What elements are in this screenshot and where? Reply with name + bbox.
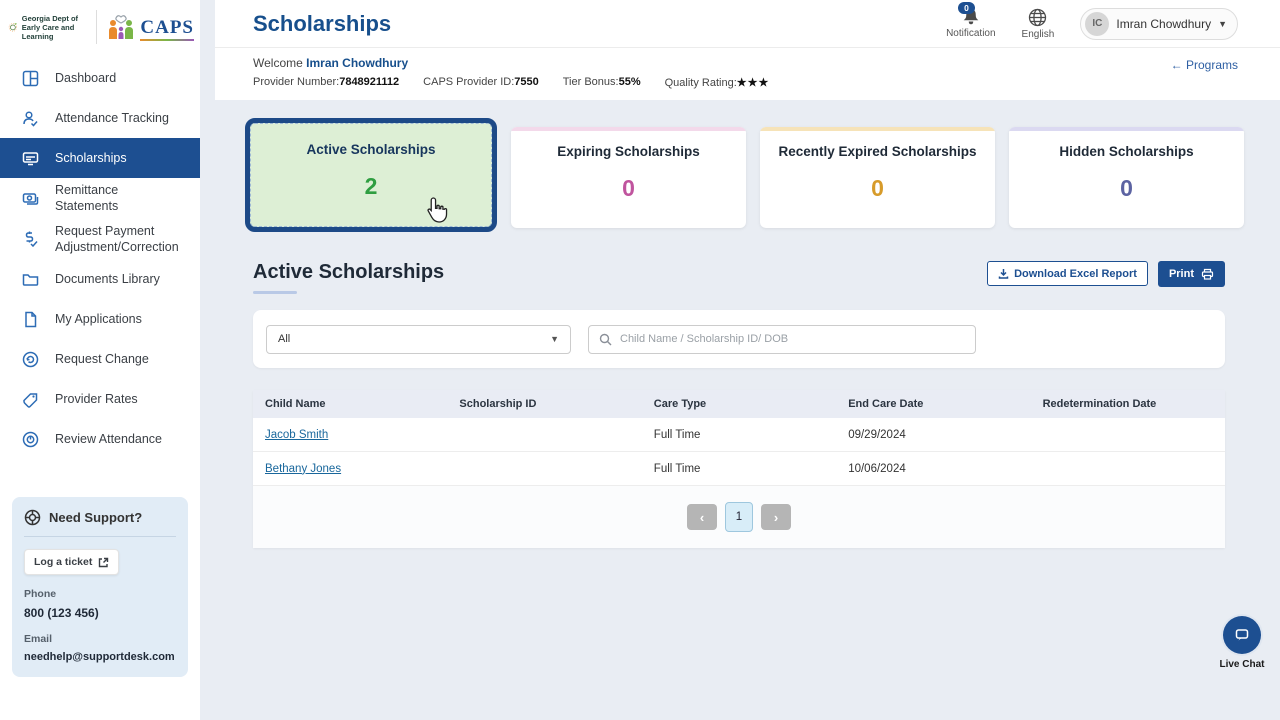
back-arrow-icon: ←: [1170, 58, 1183, 72]
card-accent-band: [1009, 127, 1244, 131]
card-accent-band: [251, 124, 491, 128]
georgia-sun-icon: [8, 23, 17, 32]
scholarships-table: Child Name Scholarship ID Care Type End …: [253, 390, 1225, 548]
sidebar: Georgia Dept of Early Care and Learning …: [0, 0, 200, 720]
card-accent-band: [511, 127, 746, 131]
support-divider: [24, 536, 176, 537]
greeting: Welcome: [253, 56, 303, 70]
child-name-link[interactable]: Bethany Jones: [265, 463, 341, 475]
sidebar-item-my-applications[interactable]: My Applications: [0, 299, 200, 339]
recently-expired-scholarships-card[interactable]: Recently Expired Scholarships 0: [760, 127, 995, 228]
search-field: [588, 324, 976, 354]
support-title: Need Support?: [49, 510, 143, 525]
search-input[interactable]: [620, 333, 965, 345]
previous-page-button[interactable]: ‹: [687, 504, 717, 530]
user-name: Imran Chowdhury: [1116, 16, 1212, 31]
log-a-ticket-button[interactable]: Log a ticket: [24, 549, 120, 575]
status-filter-dropdown[interactable]: All ▼: [266, 324, 571, 354]
attendance-icon: [22, 110, 39, 127]
avatar: IC: [1085, 11, 1110, 36]
chat-bubble-icon: [1235, 629, 1249, 641]
back-to-programs-link[interactable]: ← Programs: [1171, 58, 1238, 72]
georgia-org-name: Georgia Dept of Early Care and Learning: [21, 13, 79, 41]
sidebar-item-request-payment-adjustment[interactable]: Request Payment Adjustment/Correction: [0, 219, 200, 260]
caps-provider-id: 7550: [514, 76, 539, 88]
chevron-down-icon: ▼: [550, 334, 559, 344]
quality-rating-stars: ★★★: [736, 77, 770, 89]
clock-icon: [22, 431, 39, 448]
sidebar-item-scholarships[interactable]: Scholarships: [0, 138, 200, 178]
folder-icon: [22, 271, 39, 288]
logo-row: Georgia Dept of Early Care and Learning …: [0, 0, 200, 54]
download-excel-report-button[interactable]: Download Excel Report: [987, 261, 1148, 286]
language-button[interactable]: English: [1021, 8, 1055, 40]
print-button[interactable]: Print: [1157, 260, 1225, 287]
scholarships-icon: [22, 150, 39, 167]
caps-family-icon: [109, 15, 134, 39]
table-row: Jacob Smith Full Time 09/29/2024: [253, 418, 1225, 452]
sidebar-item-review-attendance[interactable]: Review Attendance: [0, 419, 200, 459]
caps-logo: CAPS: [106, 13, 194, 41]
live-chat-button[interactable]: Live Chat: [1210, 616, 1274, 670]
remittance-icon: [22, 190, 39, 207]
sidebar-item-remittance-statements[interactable]: Remittance Statements: [0, 178, 200, 219]
need-support-panel: Need Support? Log a ticket Phone 800 (12…: [12, 497, 188, 677]
active-scholarships-card[interactable]: Active Scholarships 2: [245, 118, 497, 232]
tier-bonus: 55%: [618, 76, 641, 88]
sidebar-item-attendance-tracking[interactable]: Attendance Tracking: [0, 98, 200, 138]
document-icon: [22, 311, 39, 328]
globe-icon: [1029, 8, 1047, 26]
payment-adjustment-icon: [22, 230, 39, 248]
georgia-decal-logo: Georgia Dept of Early Care and Learning: [8, 14, 86, 41]
chevron-down-icon: ▼: [1218, 18, 1227, 29]
refresh-icon: [22, 351, 39, 368]
active-scholarships-section-header: Active Scholarships Download Excel Repor…: [253, 260, 1225, 294]
email-label: Email: [24, 633, 53, 645]
sidebar-item-provider-rates[interactable]: Provider Rates: [0, 379, 200, 419]
external-link-icon: [99, 557, 109, 567]
notification-badge: 0: [958, 2, 975, 14]
language-label: English: [1021, 28, 1055, 40]
live-chat-label: Live Chat: [1219, 659, 1265, 670]
expiring-scholarships-card[interactable]: Expiring Scholarships 0: [511, 127, 746, 228]
scholarship-summary-cards: Active Scholarships 2 Expiring Scholarsh…: [245, 118, 1244, 232]
printer-icon: [1201, 268, 1214, 280]
welcome-row: Welcome Imran Chowdhury Provider Number:…: [215, 48, 1280, 89]
tag-icon: [22, 391, 39, 408]
lifebuoy-icon: [24, 509, 41, 526]
caps-underline: [140, 39, 194, 41]
page-title: Scholarships: [253, 10, 392, 36]
child-name-link[interactable]: Jacob Smith: [265, 429, 328, 441]
dashboard-icon: [22, 70, 39, 87]
search-icon: [599, 333, 612, 345]
hidden-scholarships-card[interactable]: Hidden Scholarships 0: [1009, 127, 1244, 228]
phone-value: 800 (123 456): [24, 606, 99, 620]
sidebar-nav: Dashboard Attendance Tracking Scholarshi…: [0, 58, 200, 459]
sidebar-item-dashboard[interactable]: Dashboard: [0, 58, 200, 98]
provider-info: Provider Number:7848921112 CAPS Provider…: [253, 76, 770, 89]
table-header-row: Child Name Scholarship ID Care Type End …: [253, 390, 1225, 418]
caps-wordmark: CAPS: [140, 17, 194, 38]
page-header: Scholarships 0 Notification English IC I…: [215, 0, 1280, 100]
page-number-1[interactable]: 1: [725, 502, 753, 532]
user-menu[interactable]: IC Imran Chowdhury ▼: [1080, 7, 1238, 40]
dropdown-value: All: [278, 333, 291, 345]
card-accent-band: [760, 127, 995, 131]
phone-label: Phone: [24, 588, 57, 600]
welcome-user-name: Imran Chowdhury: [306, 56, 409, 70]
filter-bar: All ▼: [253, 310, 1225, 368]
notification-button[interactable]: 0 Notification: [946, 2, 996, 39]
section-title: Active Scholarships: [253, 261, 444, 294]
provider-number: 7848921112: [339, 76, 400, 88]
notification-label: Notification: [946, 28, 996, 39]
sidebar-item-request-change[interactable]: Request Change: [0, 339, 200, 379]
sidebar-item-documents-library[interactable]: Documents Library: [0, 259, 200, 299]
table-row: Bethany Jones Full Time 10/06/2024: [253, 452, 1225, 486]
mouse-hand-cursor: [427, 197, 448, 223]
download-icon: [998, 269, 1009, 279]
next-page-button[interactable]: ›: [761, 504, 791, 530]
email-value: needhelp@supportdesk.com: [24, 651, 175, 663]
pagination: ‹ 1 ›: [253, 486, 1225, 548]
